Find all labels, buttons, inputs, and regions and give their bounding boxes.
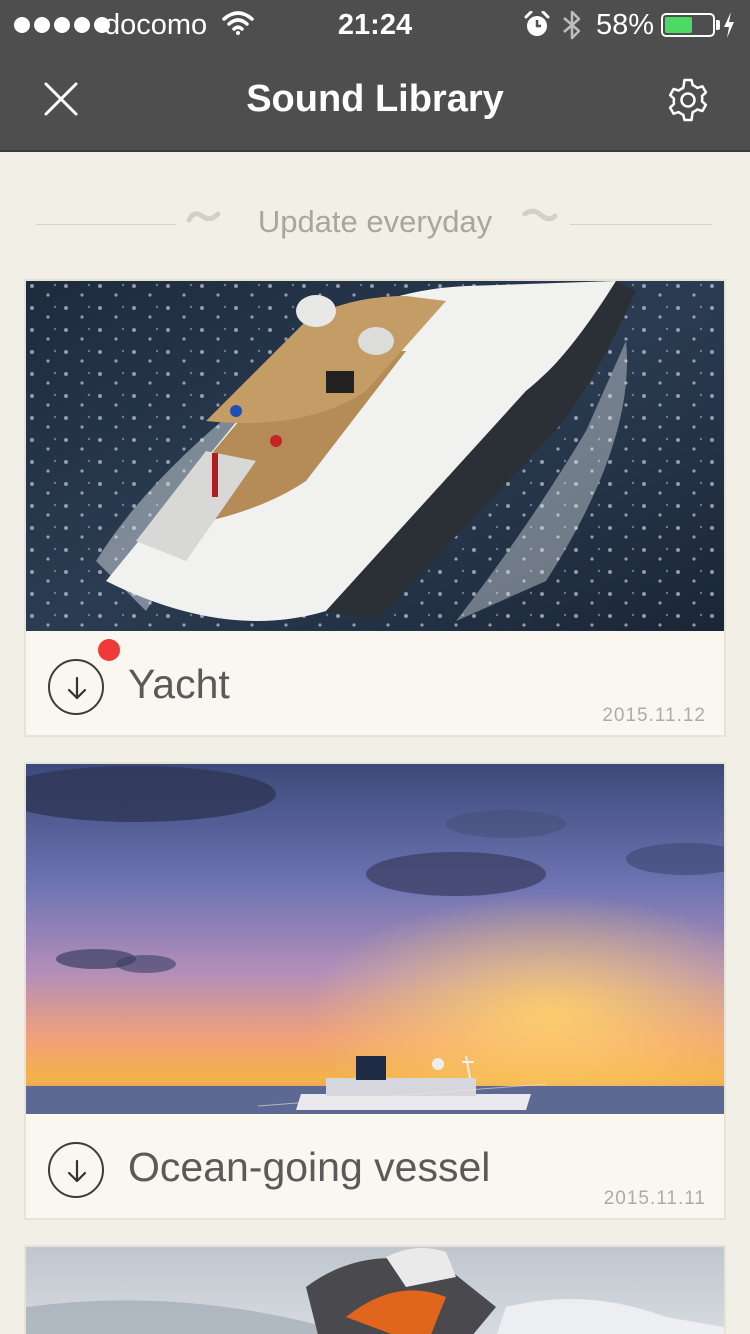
section-header-text: Update everyday [257, 204, 493, 239]
card-footer: Ocean-going vessel 2015.11.11 [26, 1114, 724, 1218]
gear-icon [668, 78, 708, 122]
download-arrow-icon [67, 676, 87, 700]
new-badge [98, 639, 120, 661]
sound-title: Yacht [128, 661, 230, 707]
sound-title: Ocean-going vessel [128, 1144, 491, 1190]
navigation-bar: Sound Library [0, 50, 750, 152]
battery-icon [661, 13, 715, 37]
sound-card[interactable]: Yacht 2015.11.12 [24, 279, 726, 737]
ship-image [26, 764, 724, 1114]
bluetooth-icon [561, 9, 583, 48]
sound-card[interactable] [24, 1245, 726, 1334]
page-title: Sound Library [246, 78, 504, 120]
alarm-icon [524, 10, 550, 46]
status-bar: docomo 21:24 58% [0, 0, 750, 50]
battery-percentage: 58% [596, 9, 655, 41]
download-button[interactable] [48, 1142, 104, 1198]
sound-date: 2015.11.12 [602, 705, 706, 726]
download-arrow-icon [67, 1159, 87, 1183]
section-header: Update everyday [0, 190, 750, 250]
sound-date: 2015.11.11 [603, 1188, 706, 1209]
swirl-ornament-icon [522, 206, 558, 231]
divider-line [570, 224, 712, 225]
charging-icon [722, 11, 736, 46]
card-footer: Yacht 2015.11.12 [26, 631, 724, 735]
settings-button[interactable] [664, 76, 712, 124]
yacht-image [26, 281, 724, 631]
battery-level-fill [665, 17, 692, 33]
download-button[interactable] [48, 659, 104, 715]
battery-tip [716, 20, 720, 30]
jet-ski-image [26, 1247, 724, 1334]
sound-card[interactable]: Ocean-going vessel 2015.11.11 [24, 762, 726, 1220]
